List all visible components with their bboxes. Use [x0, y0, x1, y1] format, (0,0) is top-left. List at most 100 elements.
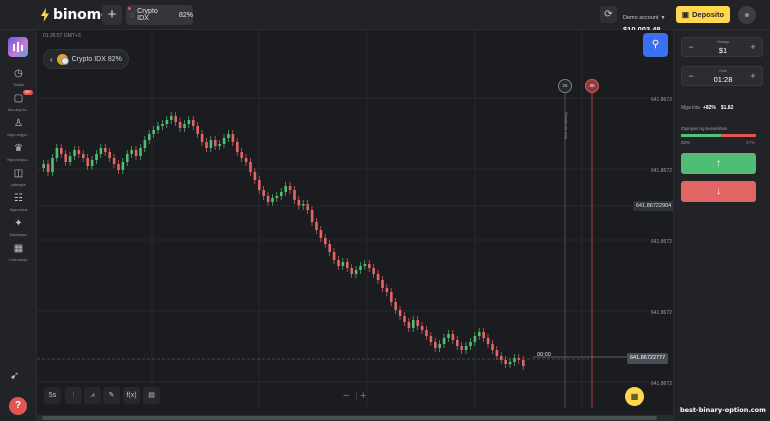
layout-button[interactable]: ▤: [143, 387, 160, 404]
sidebar-item-label: Mga ranggo...: [7, 133, 30, 137]
sidebar-item-education[interactable]: ✦ Edukasyon: [0, 213, 37, 237]
refresh-icon: ⟳: [604, 9, 613, 20]
candle-body: [227, 134, 230, 138]
candle-body: [86, 158, 89, 166]
sidebar-item-tournaments[interactable]: ♛ Mga paligsa...: [0, 138, 37, 162]
trade-up-button[interactable]: ↑: [681, 153, 756, 174]
time-stepper[interactable]: − Oras 01:28 +: [681, 66, 763, 86]
rocket-icon[interactable]: ➹: [10, 369, 19, 382]
binomo-app: binomo + ◌ Crypto IDX 82% ⟳ Demo account…: [0, 0, 770, 421]
sidebar-item-label: Mga bonus: [9, 208, 28, 212]
candle-body: [139, 148, 142, 156]
payout-info: Mga kita +82% $1.82: [681, 105, 733, 111]
server-time: 01:26:57 GMT+3: [43, 33, 81, 39]
candle-body: [126, 154, 129, 162]
candle-body: [372, 268, 375, 274]
calendar-button[interactable]: ▦: [625, 387, 644, 406]
sidebar-item-ranking[interactable]: ♙ Mga ranggo...: [0, 113, 37, 137]
zoom-out-button[interactable]: −: [343, 390, 349, 402]
candle-body: [200, 134, 204, 142]
indicators-button[interactable]: ⩘: [84, 387, 101, 404]
price-axis-label: 641.8672: [651, 310, 672, 316]
chart-scrollbar[interactable]: [37, 415, 673, 421]
deposit-label: Deposito: [692, 10, 725, 19]
chat-icon: ▢ 99+: [13, 90, 33, 104]
scrollbar-thumb[interactable]: [42, 416, 657, 420]
sidebar-item-market[interactable]: ◫ palengke: [0, 163, 37, 187]
candle-body: [359, 266, 362, 270]
candle-body: [319, 230, 323, 238]
candle-body: [451, 334, 455, 340]
app-logo-icon[interactable]: [8, 37, 28, 57]
candle-body: [244, 158, 248, 162]
payout-percent: +82%: [702, 105, 716, 111]
calendar-icon: ▦: [630, 392, 639, 401]
candle-body: [95, 154, 98, 160]
add-asset-tab-button[interactable]: +: [102, 5, 122, 25]
functions-button[interactable]: f(x): [123, 387, 140, 404]
question-icon: ?: [14, 400, 22, 411]
help-button[interactable]: ?: [9, 397, 27, 415]
time-remaining-label: Time remaining: [563, 112, 568, 140]
time-increase-button[interactable]: +: [748, 71, 758, 81]
candle-body: [148, 134, 151, 140]
candle-body: [161, 124, 164, 126]
sentiment-up-fill: [681, 134, 721, 137]
deposit-button[interactable]: ▣ Deposito: [676, 6, 730, 23]
sentiment-down-percent: 47%: [746, 140, 756, 145]
candle-body: [442, 338, 446, 344]
sidebar-item-label: Ano ang ba...: [7, 108, 30, 112]
amount-stepper[interactable]: − Halaga $1 +: [681, 37, 763, 57]
layout-icon: ▤: [148, 392, 155, 399]
candle-body: [407, 322, 411, 328]
brand-logo[interactable]: binomo: [40, 7, 111, 23]
candle-body: [434, 342, 437, 348]
shopping-bag-icon: ◫: [13, 168, 24, 179]
purchase-time-marker[interactable]: 26: [558, 79, 572, 93]
candle-body: [376, 274, 380, 280]
expiry-time-marker[interactable]: 30: [585, 79, 599, 93]
sidebar-item-chat[interactable]: ▢ 99+ Ano ang ba...: [0, 88, 37, 112]
amount-increase-button[interactable]: +: [748, 42, 758, 52]
candle-body: [55, 148, 59, 158]
payout-label: Mga kita: [681, 105, 700, 111]
candle-body: [398, 310, 402, 316]
interval-button[interactable]: 5s: [44, 387, 61, 404]
price-axis-label: 641.8672: [651, 239, 672, 245]
sync-account-button[interactable]: ⟳: [600, 6, 617, 23]
social-trading-button[interactable]: ⚲: [643, 33, 668, 57]
price-axis-label: 641.8672: [651, 97, 672, 103]
candle-body: [231, 134, 235, 142]
payout-amount: $1.82: [720, 105, 734, 111]
candle-body: [346, 262, 349, 268]
chart-type-button[interactable]: ⫶: [65, 387, 82, 404]
candles-logo-icon: [13, 42, 23, 52]
sidebar-item-calendar[interactable]: ▦ Kalendaryo: [0, 238, 37, 262]
trade-down-button[interactable]: ↓: [681, 181, 756, 202]
candle-body: [240, 152, 243, 158]
candlestick-chart[interactable]: [37, 30, 673, 415]
candle-body: [482, 332, 485, 338]
avatar[interactable]: [738, 6, 756, 24]
watermark-text: best-binary-option.com: [680, 406, 766, 414]
asset-tab-crypto-idx[interactable]: ◌ Crypto IDX 82%: [126, 5, 193, 25]
candle-body: [324, 238, 327, 244]
candle-body: [328, 244, 331, 252]
avatar-placeholder-icon: [745, 13, 749, 17]
candle-body: [134, 150, 138, 156]
candle-body: [522, 360, 525, 366]
candle-body: [82, 154, 85, 158]
sidebar-item-trades[interactable]: ◷ Trades: [0, 63, 37, 87]
zoom-in-button[interactable]: +: [360, 390, 366, 402]
price-chart[interactable]: 01:26:57 GMT+3 ‹ Crypto IDX 82% ⚲ 641.86…: [37, 30, 675, 415]
candle-body: [513, 358, 516, 362]
candle-body: [280, 192, 283, 196]
drawing-button[interactable]: ✎: [103, 387, 120, 404]
candle-body: [412, 320, 415, 328]
asset-selector-chip[interactable]: ‹ Crypto IDX 82%: [43, 49, 129, 69]
candle-body: [266, 196, 270, 202]
candle-body: [68, 156, 72, 162]
sidebar-item-bonuses[interactable]: ☷ Mga bonus: [0, 188, 37, 212]
price-axis-label: 641.8672: [651, 168, 672, 174]
candle-body: [165, 120, 169, 124]
